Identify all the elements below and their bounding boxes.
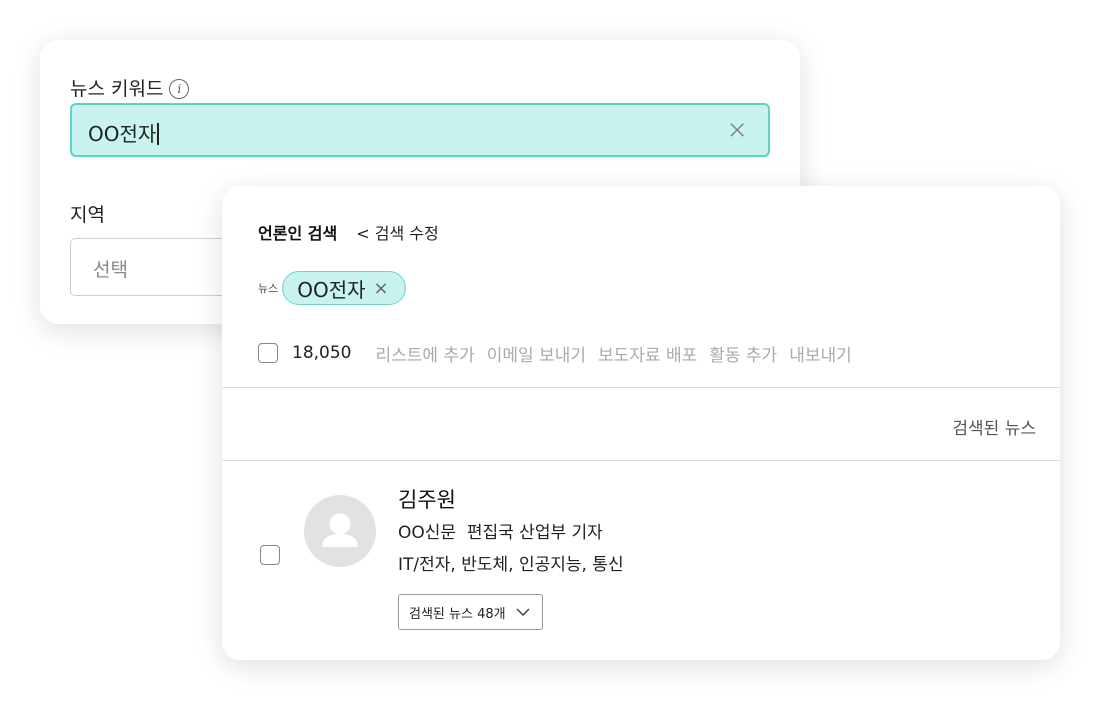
results-card: 언론인 검색 < 검색 수정 뉴스 OO전자 × 18,050 리스트에 추가 … <box>222 186 1060 660</box>
column-header-searched-news: 검색된 뉴스 <box>952 419 1036 439</box>
clear-input-icon[interactable]: × <box>726 115 748 145</box>
searched-news-dropdown-label: 검색된 뉴스 48개 <box>409 606 506 622</box>
keyword-label-text: 뉴스 키워드 <box>70 78 164 100</box>
distribute-press-release-button[interactable]: 보도자료 배포 <box>598 341 697 366</box>
remove-chip-icon[interactable]: × <box>374 278 389 299</box>
filter-type-label: 뉴스 <box>258 282 279 295</box>
region-select-value[interactable]: 선택 <box>93 255 128 282</box>
add-activity-button[interactable]: 활동 추가 <box>709 341 777 366</box>
info-icon[interactable]: i <box>169 79 190 99</box>
keyword-input-value[interactable]: OO전자 <box>88 118 159 147</box>
user-icon <box>322 513 358 547</box>
row-checkbox[interactable] <box>260 545 280 565</box>
bulk-action-bar: 18,050 리스트에 추가 이메일 보내기 보도자료 배포 활동 추가 내보내… <box>258 338 852 368</box>
active-filters: 뉴스 OO전자 × <box>258 270 406 306</box>
region-label: 지역 <box>70 204 105 226</box>
page-title: 언론인 검색 <box>258 224 338 243</box>
send-email-button[interactable]: 이메일 보내기 <box>487 341 586 366</box>
filter-chip-label: OO전자 <box>297 277 366 302</box>
journalist-name[interactable]: 김주원 <box>398 484 456 514</box>
text-caret <box>157 123 159 145</box>
divider <box>222 387 1060 388</box>
add-to-list-button[interactable]: 리스트에 추가 <box>375 341 474 366</box>
select-all-checkbox[interactable] <box>258 343 278 363</box>
divider <box>222 460 1060 461</box>
searched-news-dropdown[interactable]: 검색된 뉴스 48개 <box>398 594 543 630</box>
keyword-label: 뉴스 키워드 i <box>70 74 190 101</box>
filter-chip[interactable]: OO전자 × <box>282 271 406 305</box>
edit-search-link[interactable]: < 검색 수정 <box>356 224 438 243</box>
journalist-organization: OO신문 편집국 산업부 기자 <box>398 523 603 543</box>
keyword-input[interactable]: OO전자 × <box>70 103 770 157</box>
export-button[interactable]: 내보내기 <box>789 341 852 366</box>
journalist-topics: IT/전자, 반도체, 인공지능, 통신 <box>398 555 624 575</box>
avatar <box>304 495 376 567</box>
result-count: 18,050 <box>292 343 352 363</box>
chevron-down-icon <box>516 607 530 616</box>
results-header: 언론인 검색 < 검색 수정 <box>258 220 439 244</box>
